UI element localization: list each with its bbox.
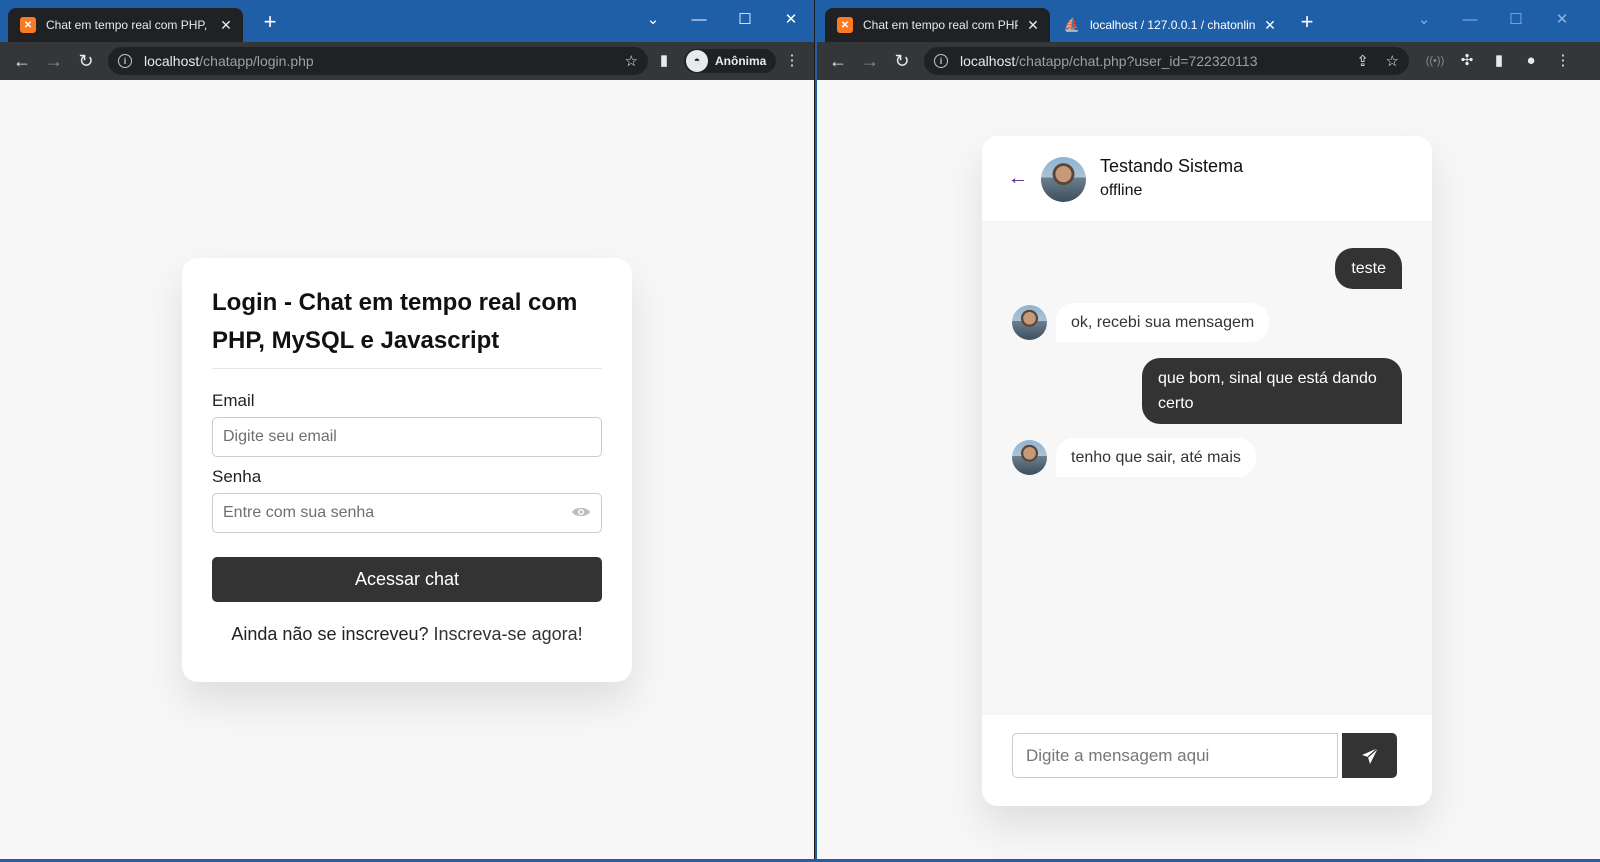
site-info-icon[interactable]: i [934,54,948,68]
url-host: localhost [144,53,200,69]
chat-card: ← Testando Sistema offline teste ok, rec… [982,136,1432,806]
signup-link[interactable]: Inscreva-se agora! [434,624,583,644]
tab-title: localhost / 127.0.0.1 / chatonline [1090,18,1255,32]
tab-search-icon[interactable]: ⌄ [636,6,670,34]
new-tab-button[interactable]: + [258,11,282,35]
tab-search-icon[interactable]: ⌄ [1407,6,1441,34]
page-content: Login - Chat em tempo real com PHP, MySQ… [0,80,814,862]
maximize-button[interactable]: ☐ [1499,6,1533,34]
avatar [1041,157,1086,202]
close-tab-icon[interactable]: ✕ [1024,17,1042,34]
email-field[interactable] [213,418,601,456]
close-window-button[interactable]: ✕ [774,6,808,34]
extensions-icon[interactable]: ✣ [1457,51,1477,71]
back-arrow-icon[interactable]: ← [1008,168,1028,188]
profile-icon[interactable]: ● [1521,51,1541,71]
password-field-wrapper [212,493,602,533]
signup-prompt: Ainda não se inscreveu? [231,624,429,644]
avatar [1012,305,1047,340]
email-label: Email [212,391,255,410]
incoming-message: ok, recebi sua mensagem [1056,303,1270,342]
bookmark-star-icon[interactable]: ☆ [1386,52,1399,70]
browser-toolbar: ← → ↻ i localhost/chatapp/login.php ☆ ▮ … [0,42,814,80]
side-panel-icon[interactable]: ▮ [654,51,674,71]
chat-browser-window: ✕ Chat em tempo real com PHP, M ✕ ⛵ loca… [815,0,1600,862]
menu-icon[interactable]: ⋮ [1553,51,1573,71]
address-bar[interactable]: i localhost/chatapp/chat.php?user_id=722… [924,47,1409,75]
incoming-message-row: ok, recebi sua mensagem [1012,303,1270,342]
forward-button[interactable]: → [858,49,882,73]
close-tab-icon[interactable]: ✕ [217,17,235,34]
chat-user-name: Testando Sistema [1100,156,1244,176]
phpmyadmin-icon: ⛵ [1063,17,1081,32]
url-host: localhost [960,53,1016,69]
signup-line: Ainda não se inscreveu? Inscreva-se agor… [212,624,602,645]
password-label: Senha [212,467,262,486]
password-field[interactable] [213,494,601,532]
typing-area [982,715,1432,806]
tab-title: Chat em tempo real com PHP, M [863,18,1018,32]
paper-plane-icon [1361,747,1378,764]
avatar [1012,440,1047,475]
incognito-label: Anônima [715,54,767,68]
incognito-icon: ◓ [686,50,708,72]
new-tab-button[interactable]: + [1295,11,1319,35]
site-info-icon[interactable]: i [118,54,132,68]
send-button[interactable] [1342,733,1397,778]
incoming-message: tenho que sair, até mais [1056,438,1256,477]
minimize-button[interactable]: — [682,6,716,34]
tab-chat-login[interactable]: ✕ Chat em tempo real com PHP, M ✕ [8,8,243,42]
chat-user-status: offline [1100,182,1143,199]
outgoing-message: que bom, sinal que está dando certo [1142,358,1402,424]
minimize-button[interactable]: — [1453,6,1487,34]
incoming-message-row: tenho que sair, até mais [1012,438,1256,477]
outgoing-message: teste [1335,248,1402,289]
chat-messages: teste ok, recebi sua mensagem que bom, s… [982,222,1432,715]
chat-header: ← Testando Sistema offline [982,136,1432,222]
incognito-profile-button[interactable]: ◓ Anônima [684,49,777,73]
url-path: /chatapp/login.php [199,53,314,69]
cast-icon[interactable]: ((•)) [1425,51,1445,71]
address-bar[interactable]: i localhost/chatapp/login.php ☆ [108,47,648,75]
email-field-wrapper [212,417,602,457]
close-window-button[interactable]: ✕ [1545,6,1579,34]
title-bar: ✕ Chat em tempo real com PHP, M ✕ + ⌄ — … [0,0,814,42]
login-title: Login - Chat em tempo real com PHP, MySQ… [212,284,602,369]
menu-icon[interactable]: ⋮ [782,51,802,71]
login-browser-window: ✕ Chat em tempo real com PHP, M ✕ + ⌄ — … [0,0,814,862]
side-panel-icon[interactable]: ▮ [1489,51,1509,71]
url-path: /chatapp/chat.php?user_id=722320113 [1015,53,1258,69]
tab-chat[interactable]: ✕ Chat em tempo real com PHP, M ✕ [825,8,1050,42]
tab-phpmyadmin[interactable]: ⛵ localhost / 127.0.0.1 / chatonline ✕ [1052,8,1287,42]
back-button[interactable]: ← [10,49,34,73]
share-icon[interactable]: ⇪ [1356,52,1369,70]
browser-toolbar: ← → ↻ i localhost/chatapp/chat.php?user_… [817,42,1600,80]
maximize-button[interactable]: ☐ [728,6,762,34]
reload-button[interactable]: ↻ [74,49,98,73]
login-form-card: Login - Chat em tempo real com PHP, MySQ… [182,258,632,682]
show-password-eye-icon[interactable] [571,505,591,521]
title-bar: ✕ Chat em tempo real com PHP, M ✕ ⛵ loca… [817,0,1600,42]
bookmark-star-icon[interactable]: ☆ [625,52,638,70]
close-tab-icon[interactable]: ✕ [1261,17,1279,34]
access-chat-button[interactable]: Acessar chat [212,557,602,602]
tab-title: Chat em tempo real com PHP, M [46,18,211,32]
reload-button[interactable]: ↻ [890,49,914,73]
back-button[interactable]: ← [826,49,850,73]
xampp-icon: ✕ [837,17,853,33]
page-content: ← Testando Sistema offline teste ok, rec… [817,80,1600,862]
forward-button[interactable]: → [42,49,66,73]
message-input[interactable] [1012,733,1338,778]
xampp-icon: ✕ [20,17,36,33]
